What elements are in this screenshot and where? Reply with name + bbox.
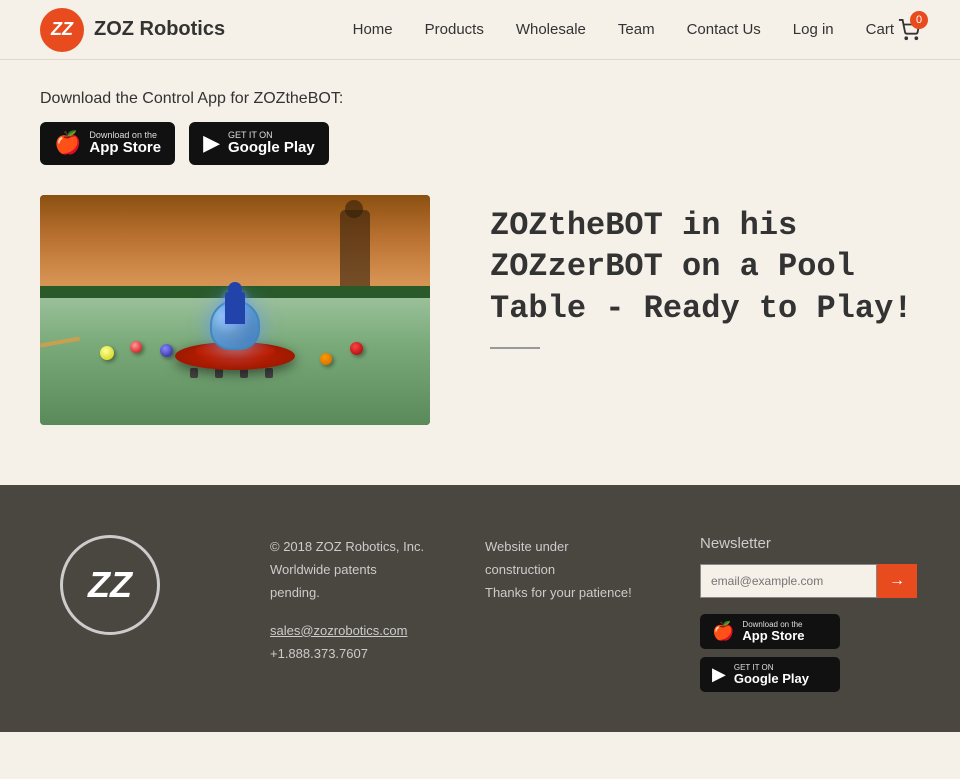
footer-google-play-icon: ▶ [712,664,726,685]
product-info: ZOZtheBOT in his ZOZzerBOT on a Pool Tab… [490,195,920,350]
email-link[interactable]: sales@zozrobotics.com [270,623,407,638]
logo[interactable]: ZZ ZOZ Robotics [40,8,225,52]
google-play-badge[interactable]: ▶ GET IT ON Google Play [189,122,329,165]
footer-google-play-label-large: Google Play [734,672,809,686]
app-store-label-small: Download on the [89,130,161,140]
footer-phone: +1.888.373.7607 [270,642,425,665]
product-section: ZOZtheBOT in his ZOZzerBOT on a Pool Tab… [40,195,920,425]
newsletter-form: → [700,564,900,598]
nav-login[interactable]: Log in [793,21,834,38]
footer-newsletter-col: Newsletter → 🍎 Download on the App Store… [700,535,900,693]
app-store-badge[interactable]: 🍎 Download on the App Store [40,122,175,165]
footer-patents: Worldwide patents pending. [270,558,425,605]
store-badges: 🍎 Download on the App Store ▶ GET IT ON … [40,122,920,165]
footer-apple-icon: 🍎 [712,621,734,642]
header: ZZ ZOZ Robotics Home Products Wholesale … [0,0,960,60]
nav-wholesale[interactable]: Wholesale [516,21,586,38]
google-play-icon: ▶ [203,130,220,156]
robot-body [175,300,295,370]
footer-info-col: © 2018 ZOZ Robotics, Inc. Worldwide pate… [270,535,425,666]
robot-scene [40,195,430,425]
robot-head [228,282,242,296]
footer-website-col: Website under construction Thanks for yo… [485,535,640,605]
footer-website-line2: Thanks for your patience! [485,581,640,604]
cart-link[interactable]: Cart [866,21,894,38]
footer-logo-col: ZZ [60,535,210,635]
footer-copyright: © 2018 ZOZ Robotics, Inc. [270,535,425,558]
google-play-label-large: Google Play [228,140,315,157]
footer-email: sales@zozrobotics.com [270,619,425,642]
footer-app-store-label-small: Download on the [742,620,804,629]
product-image [40,195,430,425]
main-content: Download the Control App for ZOZtheBOT: … [0,60,960,485]
brand-name: ZOZ Robotics [94,18,225,41]
footer-website-line1: Website under construction [485,535,640,582]
footer-app-store-label-large: App Store [742,629,804,643]
main-nav: Home Products Wholesale Team Contact Us … [353,19,920,41]
robot-figure [225,292,245,324]
newsletter-submit-button[interactable]: → [877,564,917,598]
footer: ZZ © 2018 ZOZ Robotics, Inc. Worldwide p… [0,485,960,733]
footer-store-badges: 🍎 Download on the App Store ▶ GET IT ON … [700,614,900,693]
nav-home[interactable]: Home [353,21,393,38]
nav-contact[interactable]: Contact Us [687,21,761,38]
ufo-dome [210,300,260,350]
cart-button[interactable]: Cart 0 [866,19,920,41]
cart-count: 0 [910,11,928,29]
newsletter-title: Newsletter [700,535,900,552]
logo-icon: ZZ [40,8,84,52]
footer-google-play-label-small: GET IT ON [734,663,809,672]
nav-products[interactable]: Products [425,21,484,38]
product-title: ZOZtheBOT in his ZOZzerBOT on a Pool Tab… [490,205,920,330]
nav-team[interactable]: Team [618,21,655,38]
download-section: Download the Control App for ZOZtheBOT: … [40,90,920,165]
product-divider [490,347,540,349]
footer-google-play-badge[interactable]: ▶ GET IT ON Google Play [700,657,840,692]
apple-icon: 🍎 [54,130,81,156]
download-title: Download the Control App for ZOZtheBOT: [40,90,920,108]
app-store-label-large: App Store [89,140,161,157]
newsletter-email-input[interactable] [700,564,877,598]
google-play-label-small: GET IT ON [228,130,315,140]
footer-app-store-badge[interactable]: 🍎 Download on the App Store [700,614,840,649]
footer-logo: ZZ [60,535,160,635]
footer-inner: ZZ © 2018 ZOZ Robotics, Inc. Worldwide p… [60,535,900,693]
